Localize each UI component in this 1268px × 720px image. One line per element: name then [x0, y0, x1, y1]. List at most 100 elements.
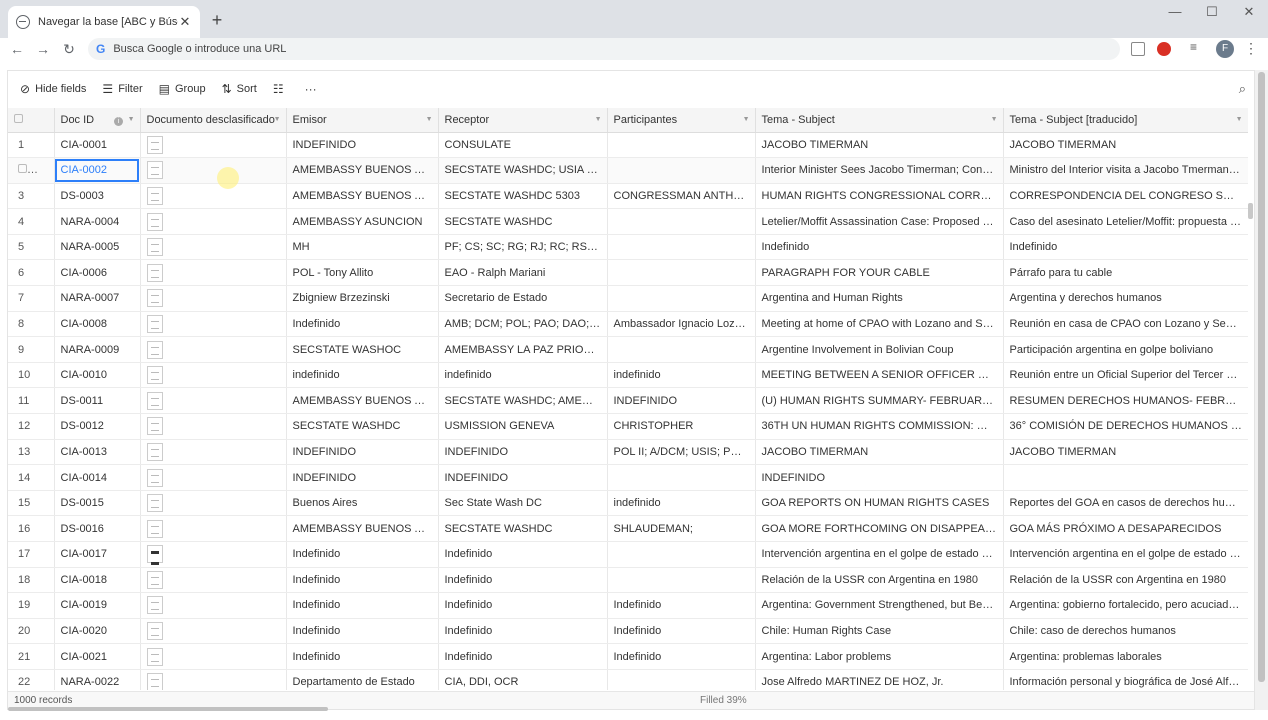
receptor-cell[interactable]: SECSTATE WASHDC; USIA WASH...	[438, 157, 608, 184]
row-number[interactable]: 12	[8, 413, 55, 440]
sort-button[interactable]: ⇅ Sort	[222, 82, 257, 96]
tema-cell[interactable]: Meeting at home of CPAO with Lozano and …	[755, 311, 1004, 338]
doc-id-cell[interactable]: DS-0015	[54, 490, 141, 517]
table-row[interactable]: 11 DS-0011 AMEMBASSY BUENOS AIRES SECSTATE …	[8, 387, 1248, 415]
tema-cell[interactable]: Argentina: Government Strengthened, but …	[755, 592, 1004, 619]
participantes-cell[interactable]: POL II; A/DCM; USIS; POL I	[607, 439, 756, 466]
document-thumbnail[interactable]	[146, 289, 163, 308]
document-thumbnail-cell[interactable]	[140, 311, 287, 338]
maximize-icon[interactable]: ☐	[1202, 4, 1222, 20]
table-row[interactable]: ⤢ CIA-0002 AMEMBASSY BUENOS AIRES SECSTATE …	[8, 157, 1248, 184]
participantes-cell[interactable]	[607, 464, 756, 491]
tema-traducido-cell[interactable]: Párrafo para tu cable	[1003, 259, 1248, 287]
receptor-cell[interactable]: SECSTATE WASHDC; AMEMBASS...	[438, 387, 608, 415]
column-header-doc-id[interactable]: Doc ID i ▼	[54, 108, 141, 133]
participantes-cell[interactable]	[607, 567, 756, 594]
emisor-cell[interactable]: SECSTATE WASHDC	[286, 413, 439, 440]
chevron-down-icon[interactable]: ▼	[128, 116, 135, 123]
emisor-cell[interactable]: AMEMBASSY BUENOS AIRES	[286, 515, 439, 542]
column-header-emisor[interactable]: Emisor ▼	[286, 108, 439, 133]
table-row[interactable]: 8 CIA-0008 Indefinido AMB; DCM; POL; PAO; D…	[8, 311, 1248, 338]
browser-tab[interactable]: Navegar la base [ABC y Búsqued ✕	[8, 6, 200, 38]
table-row[interactable]: 20 CIA-0020 Indefinido Indefinido Indefinido…	[8, 618, 1248, 645]
document-thumbnail[interactable]	[146, 340, 163, 359]
tema-cell[interactable]: (U) HUMAN RIGHTS SUMMARY- FEBRUARY 16-22…	[755, 387, 1004, 415]
tema-traducido-cell[interactable]: 36° COMISIÓN DE DERECHOS HUMANOS DE LAS …	[1003, 413, 1248, 440]
row-number[interactable]: 22	[8, 669, 55, 690]
address-bar[interactable]: G Busca Google o introduce una URL	[88, 38, 1120, 60]
emisor-cell[interactable]: Indefinido	[286, 618, 439, 645]
doc-id-cell[interactable]: CIA-0014	[54, 464, 141, 491]
emisor-cell[interactable]: Indefinido	[286, 592, 439, 619]
tema-traducido-cell[interactable]: Argentina: gobierno fortalecido, pero ac…	[1003, 592, 1248, 619]
table-row[interactable]: 5 NARA-0005 MH PF; CS; SC; RG; RJ; RC; RS; …	[8, 234, 1248, 261]
tema-cell[interactable]: Interior Minister Sees Jacobo Timerman; …	[755, 157, 1004, 184]
tema-traducido-cell[interactable]: Caso del asesinato Letelier/Moffit: prop…	[1003, 208, 1248, 235]
column-header-documento[interactable]: Documento desclasificado ▼	[140, 108, 287, 133]
filter-button[interactable]: ☰ Filter	[102, 82, 142, 96]
tema-traducido-cell[interactable]: Reunión en casa de CPAO con Lozano y Sea…	[1003, 311, 1248, 338]
participantes-cell[interactable]: CHRISTOPHER	[607, 413, 756, 440]
doc-id-cell[interactable]: DS-0016	[54, 515, 141, 542]
row-number[interactable]: 7	[8, 285, 55, 312]
tema-cell[interactable]: Jose Alfredo MARTINEZ DE HOZ, Jr.	[755, 669, 1004, 690]
doc-id-cell[interactable]: CIA-0020	[54, 618, 141, 645]
doc-id-cell[interactable]: NARA-0009	[54, 336, 141, 363]
tema-traducido-cell[interactable]: CORRESPONDENCIA DEL CONGRESO SOBRE DER..…	[1003, 183, 1248, 210]
table-row[interactable]: 6 CIA-0006 POL - Tony Allito EAO - Ralph Ma…	[8, 259, 1248, 287]
doc-id-cell[interactable]: CIA-0006	[54, 259, 141, 287]
document-thumbnail-cell[interactable]	[140, 208, 287, 235]
receptor-cell[interactable]: AMEMBASSY LA PAZ PRIORITY; ...	[438, 336, 608, 363]
tema-traducido-cell[interactable]: Reportes del GOA en casos de derechos hu…	[1003, 490, 1248, 517]
document-thumbnail-cell[interactable]	[140, 541, 287, 568]
doc-id-cell[interactable]: CIA-0008	[54, 311, 141, 338]
tema-cell[interactable]: GOA MORE FORTHCOMING ON DISAPPEARED	[755, 515, 1004, 542]
receptor-cell[interactable]: Secretario de Estado	[438, 285, 608, 312]
tema-cell[interactable]: JACOBO TIMERMAN	[755, 439, 1004, 466]
emisor-cell[interactable]: AMEMBASSY BUENOS AIRES	[286, 387, 439, 415]
document-thumbnail[interactable]	[146, 161, 163, 180]
document-thumbnail-cell[interactable]	[140, 362, 287, 389]
media-list-icon[interactable]: ≡	[1190, 40, 1204, 54]
participantes-cell[interactable]: INDEFINIDO	[607, 387, 756, 415]
doc-id-cell[interactable]: DS-0011	[54, 387, 141, 415]
document-thumbnail[interactable]	[146, 570, 163, 589]
row-number[interactable]: 4	[8, 208, 55, 235]
table-row[interactable]: 1 CIA-0001 INDEFINIDO CONSULATE JACOBO TIMER…	[8, 132, 1248, 159]
tema-cell[interactable]: Argentina and Human Rights	[755, 285, 1004, 312]
tema-traducido-cell[interactable]: Intervención argentina en el golpe de es…	[1003, 541, 1248, 568]
participantes-cell[interactable]: indefinido	[607, 362, 756, 389]
tema-cell[interactable]: Chile: Human Rights Case	[755, 618, 1004, 645]
window-close-icon[interactable]: ✕	[1239, 4, 1259, 20]
row-number[interactable]: 21	[8, 643, 55, 670]
tema-traducido-cell[interactable]: Indefinido	[1003, 234, 1248, 261]
document-thumbnail-cell[interactable]	[140, 234, 287, 261]
receptor-cell[interactable]: Sec State Wash DC	[438, 490, 608, 517]
row-number[interactable]: 14	[8, 464, 55, 491]
emisor-cell[interactable]: Indefinido	[286, 567, 439, 594]
doc-id-cell[interactable]: CIA-0021	[54, 643, 141, 670]
tema-traducido-cell[interactable]: JACOBO TIMERMAN	[1003, 439, 1248, 466]
receptor-cell[interactable]: AMB; DCM; POL; PAO; DAO; POL...	[438, 311, 608, 338]
doc-id-cell[interactable]: NARA-0022	[54, 669, 141, 690]
table-row[interactable]: 19 CIA-0019 Indefinido Indefinido Indefinido…	[8, 592, 1248, 619]
row-number[interactable]: 6	[8, 259, 55, 287]
row-number[interactable]: 15	[8, 490, 55, 517]
document-thumbnail-cell[interactable]	[140, 643, 287, 670]
doc-id-cell[interactable]: NARA-0004	[54, 208, 141, 235]
table-row[interactable]: 4 NARA-0004 AMEMBASSY ASUNCION SECSTATE WAS…	[8, 208, 1248, 235]
participantes-cell[interactable]: indefinido	[607, 490, 756, 517]
tema-cell[interactable]: Relación de la USSR con Argentina en 198…	[755, 567, 1004, 594]
doc-id-cell[interactable]: NARA-0007	[54, 285, 141, 312]
document-thumbnail[interactable]	[146, 263, 163, 282]
back-icon[interactable]: ←	[8, 41, 26, 57]
tema-cell[interactable]: Argentina: Labor problems	[755, 643, 1004, 670]
participantes-cell[interactable]: Indefinido	[607, 592, 756, 619]
participantes-cell[interactable]: CONGRESSMAN ANTHON...	[607, 183, 756, 210]
more-options-button[interactable]: ···	[305, 82, 322, 96]
receptor-cell[interactable]: PF; CS; SC; RG; RJ; RC; RS; BB; JG;...	[438, 234, 608, 261]
tema-cell[interactable]: Argentine Involvement in Bolivian Coup	[755, 336, 1004, 363]
chevron-down-icon[interactable]: ▼	[1236, 116, 1243, 123]
row-number[interactable]: 8	[8, 311, 55, 338]
document-thumbnail-cell[interactable]	[140, 592, 287, 619]
